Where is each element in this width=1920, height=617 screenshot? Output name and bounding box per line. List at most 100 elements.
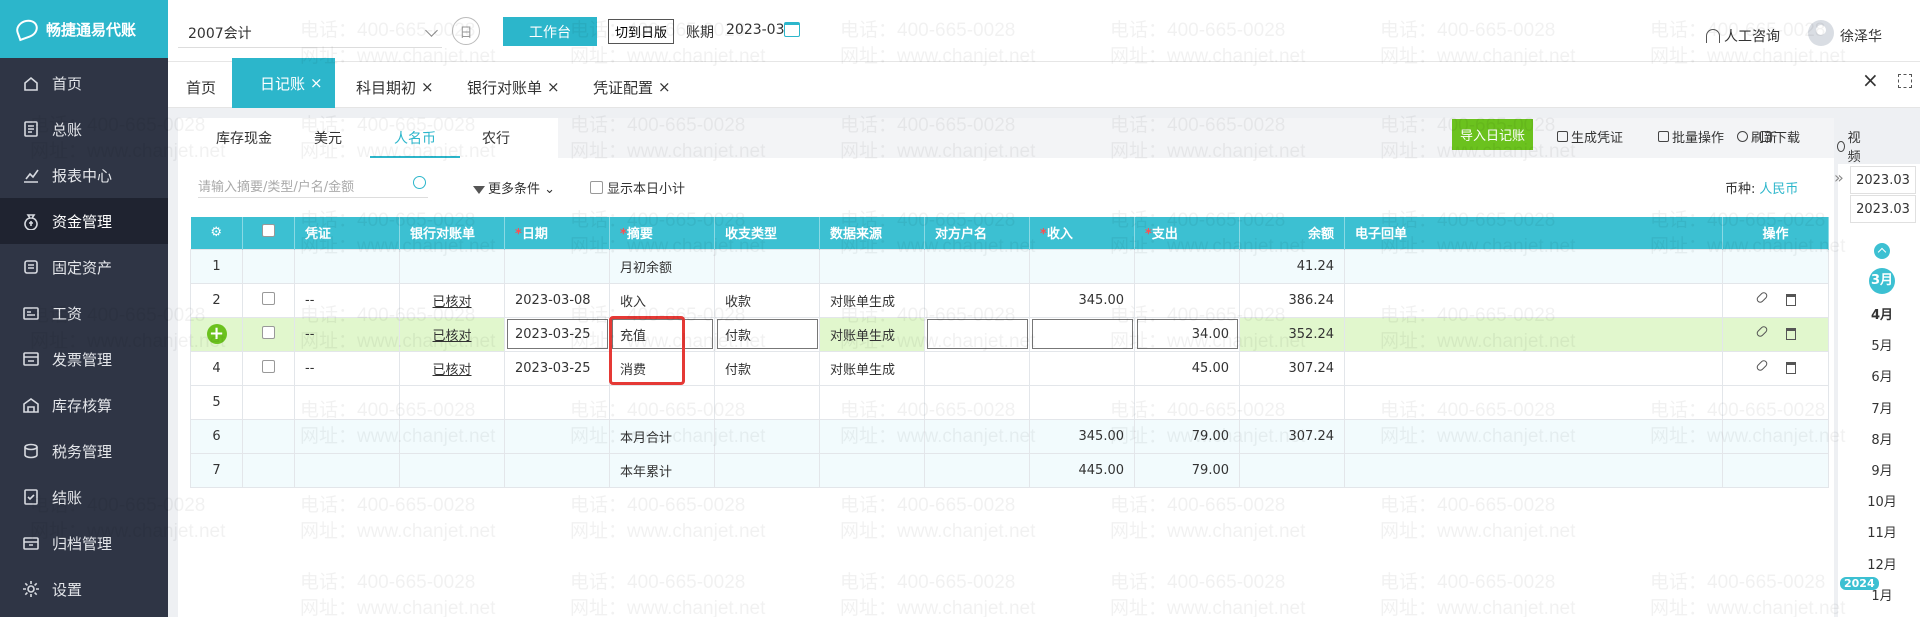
sidebar-item-4[interactable]: 固定资产: [0, 244, 168, 290]
cell-summary[interactable]: 本月合计: [609, 418, 715, 454]
table-row[interactable]: 6 本月合计 345.00 79.00 307.24: [190, 418, 1829, 454]
cell-summary[interactable]: [609, 384, 715, 420]
currency-selector[interactable]: 币种: 人民币: [1725, 178, 1798, 197]
cell-income[interactable]: [1029, 350, 1135, 386]
sidebar-item-5[interactable]: 工资: [0, 290, 168, 336]
sidebar-item-8[interactable]: 税务管理: [0, 428, 168, 474]
close-icon[interactable]: ×: [310, 74, 323, 92]
trash-icon[interactable]: [1785, 362, 1796, 374]
column-settings-icon[interactable]: ⚙: [190, 217, 243, 249]
row-checkbox[interactable]: [242, 384, 295, 420]
import-journal-button[interactable]: 导入日记账: [1452, 119, 1534, 150]
row-checkbox[interactable]: [242, 248, 295, 284]
cell-expense[interactable]: 45.00: [1134, 350, 1240, 386]
tab-home[interactable]: 首页: [186, 66, 216, 108]
sidebar-item-10[interactable]: 归档管理: [0, 520, 168, 566]
cell-income[interactable]: [1029, 384, 1135, 420]
sidebar-item-7[interactable]: 库存核算: [0, 382, 168, 428]
row-checkbox[interactable]: [242, 418, 295, 454]
trash-icon[interactable]: [1785, 328, 1796, 340]
show-daily-subtotal-toggle[interactable]: 显示本日小计: [590, 178, 685, 197]
cell-counterparty[interactable]: [924, 248, 1030, 284]
close-icon[interactable]: ×: [547, 78, 560, 96]
date-range-end[interactable]: 2023.03: [1850, 195, 1916, 223]
refresh-button-visible[interactable]: 刷新: [1737, 127, 1777, 146]
cell-bank-status[interactable]: [399, 384, 505, 420]
fullscreen-icon[interactable]: [1898, 74, 1912, 88]
subtab-usd[interactable]: 美元: [314, 128, 342, 158]
month-item[interactable]: 4月: [1862, 304, 1902, 323]
cell-counterparty[interactable]: [924, 350, 1030, 386]
workbench-button[interactable]: 工作台: [503, 17, 597, 46]
subtab-cash[interactable]: 库存现金: [216, 128, 272, 158]
avatar[interactable]: [1808, 20, 1834, 46]
cell-date[interactable]: [504, 452, 610, 488]
cell-bank-status[interactable]: [399, 248, 505, 284]
close-icon[interactable]: ×: [421, 78, 434, 96]
cell-counterparty[interactable]: [924, 316, 1030, 352]
cell-date[interactable]: [504, 248, 610, 284]
link-icon[interactable]: [1754, 290, 1769, 305]
select-all-checkbox[interactable]: [242, 217, 295, 249]
month-item[interactable]: 8月: [1862, 429, 1902, 448]
cell-counterparty[interactable]: [924, 418, 1030, 454]
link-icon[interactable]: [1754, 358, 1769, 373]
cell-type[interactable]: [714, 452, 820, 488]
cell-expense[interactable]: 34.00: [1134, 316, 1240, 352]
sidebar-item-2[interactable]: 报表中心: [0, 152, 168, 198]
cell-summary[interactable]: 月初余额: [609, 248, 715, 284]
sidebar-item-0[interactable]: 首页: [0, 60, 168, 106]
checkbox[interactable]: [590, 181, 603, 194]
cell-counterparty[interactable]: [924, 452, 1030, 488]
month-item[interactable]: 10月: [1862, 491, 1902, 510]
cell-summary[interactable]: 消费: [609, 350, 715, 386]
cell-summary[interactable]: 收入: [609, 282, 715, 318]
subtab-rmb[interactable]: 人名币: [370, 128, 460, 158]
month-item[interactable]: 9月: [1862, 460, 1902, 479]
cell-date[interactable]: 2023-03-25: [504, 316, 610, 352]
cell-bank-status[interactable]: 已核对: [399, 316, 505, 352]
row-checkbox[interactable]: [242, 452, 295, 488]
sidebar-item-6[interactable]: 发票管理: [0, 336, 168, 382]
cell-date[interactable]: [504, 384, 610, 420]
table-row[interactable]: 1 月初余额 41.24: [190, 248, 1829, 284]
table-row[interactable]: 2 -- 已核对 2023-03-08 收入 收款 对账单生成 345.00 386.24: [190, 282, 1829, 318]
account-book-select[interactable]: 2007会计: [178, 18, 442, 48]
month-item[interactable]: 11月: [1862, 522, 1902, 541]
batch-operation-button[interactable]: 批量操作: [1658, 127, 1724, 146]
table-row[interactable]: 7 本年累计 445.00 79.00: [190, 452, 1829, 488]
cell-income[interactable]: 345.00: [1029, 418, 1135, 454]
support-link[interactable]: 人工咨询: [1706, 26, 1780, 46]
calendar-icon[interactable]: [784, 22, 800, 37]
cell-expense[interactable]: 79.00: [1134, 452, 1240, 488]
video-button[interactable]: 视频: [1837, 127, 1864, 165]
cell-summary[interactable]: 本年累计: [609, 452, 715, 488]
search-icon[interactable]: [413, 176, 426, 189]
cell-type[interactable]: [714, 384, 820, 420]
cell-bank-status[interactable]: [399, 452, 505, 488]
link-icon[interactable]: [1754, 324, 1769, 339]
cell-bank-status[interactable]: [399, 418, 505, 454]
daily-mode-icon[interactable]: 日: [452, 17, 480, 45]
month-item[interactable]: 7月: [1862, 398, 1902, 417]
tab-bank-statement[interactable]: 银行对账单 ×: [467, 66, 560, 108]
close-icon[interactable]: ×: [658, 78, 671, 96]
cell-expense[interactable]: 79.00: [1134, 418, 1240, 454]
cell-summary[interactable]: 充值: [609, 316, 715, 352]
currency-value[interactable]: 人民币: [1759, 182, 1798, 197]
switch-journal-button[interactable]: 切到日版: [608, 19, 675, 44]
cell-expense[interactable]: [1134, 282, 1240, 318]
sidebar-item-11[interactable]: 设置: [0, 566, 168, 612]
row-checkbox[interactable]: [242, 316, 295, 352]
period-value[interactable]: 2023-03: [726, 22, 785, 38]
month-item[interactable]: 6月: [1862, 366, 1902, 385]
app-logo[interactable]: 畅捷通易代账: [0, 0, 168, 58]
scroll-up-icon[interactable]: [1874, 243, 1890, 259]
more-conditions-button[interactable]: 更多条件 ⌄: [473, 178, 555, 197]
date-range-start[interactable]: 2023.03: [1850, 166, 1916, 194]
cell-bank-status[interactable]: 已核对: [399, 282, 505, 318]
cell-income[interactable]: [1029, 316, 1135, 352]
cell-date[interactable]: 2023-03-25: [504, 350, 610, 386]
subtab-abc-bank[interactable]: 农行: [482, 128, 510, 158]
month-item[interactable]: 12月: [1862, 554, 1902, 573]
